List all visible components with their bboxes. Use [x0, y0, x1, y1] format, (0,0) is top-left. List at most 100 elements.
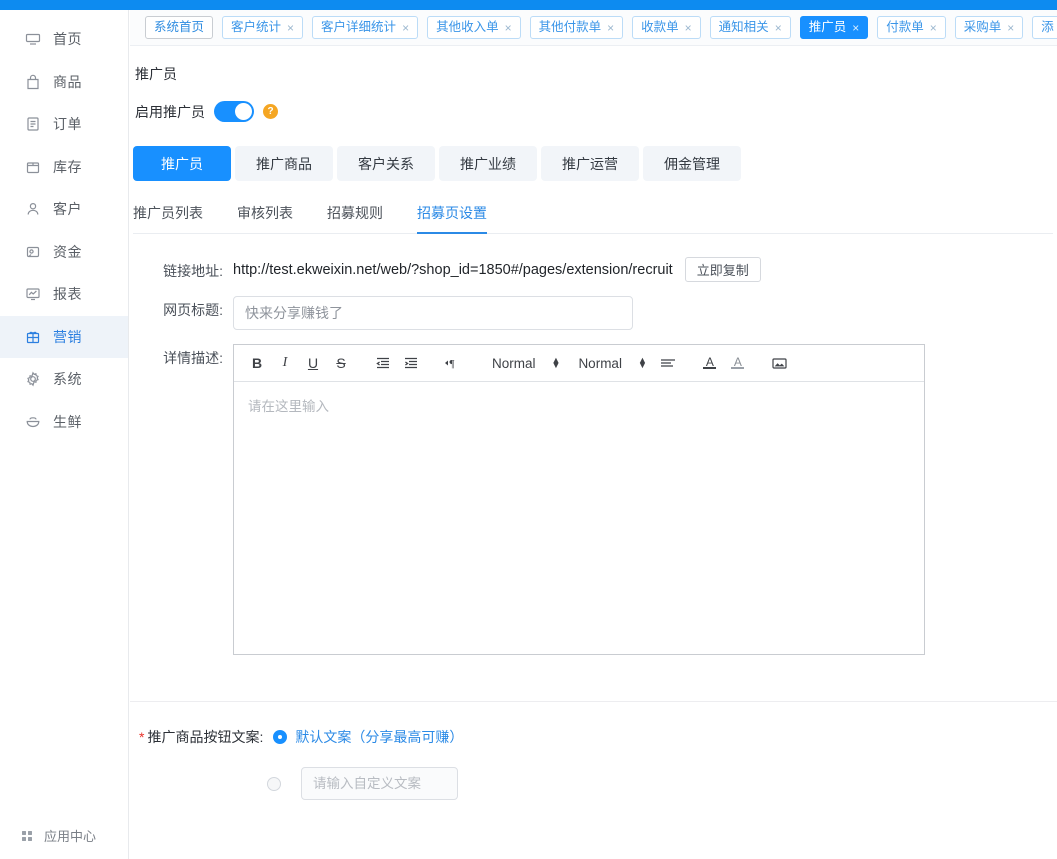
sidebar-item-orders[interactable]: 订单	[0, 103, 128, 146]
sidebar-item-fresh[interactable]: 生鲜	[0, 401, 128, 444]
close-icon[interactable]: ×	[505, 22, 512, 34]
heading-select[interactable]: Normal ▲▼	[568, 350, 650, 376]
window-tab-notifications[interactable]: 通知相关 ×	[710, 16, 791, 39]
segment-promoted-products[interactable]: 推广商品	[235, 146, 333, 181]
sidebar-item-label: 营销	[53, 330, 82, 344]
window-tab-customer-detail-stats[interactable]: 客户详细统计 ×	[312, 16, 418, 39]
image-icon[interactable]	[767, 350, 793, 376]
tab-label: 收款单	[641, 21, 679, 34]
window-tab-promoter[interactable]: 推广员 ×	[800, 16, 869, 39]
tab-label: 通知相关	[719, 21, 769, 34]
main-area: 系统首页 客户统计 × 客户详细统计 × 其他收入单 × 其他付款单 × 收款单…	[130, 10, 1057, 859]
sidebar-item-label: 订单	[53, 117, 82, 131]
app-root: 首页 商品 订单	[0, 0, 1057, 859]
rich-text-editor: B I U S	[233, 344, 925, 655]
align-icon[interactable]	[655, 350, 681, 376]
help-icon[interactable]: ?	[263, 104, 278, 119]
subtab-review-list[interactable]: 审核列表	[237, 203, 293, 234]
window-tab-overflow[interactable]: 添	[1032, 16, 1057, 39]
underline-icon[interactable]: U	[300, 350, 326, 376]
window-tab-other-payment[interactable]: 其他付款单 ×	[530, 16, 624, 39]
italic-icon[interactable]: I	[272, 350, 298, 376]
tab-label: 其他付款单	[539, 21, 602, 34]
link-address-value: http://test.ekweixin.net/web/?shop_id=18…	[233, 257, 673, 282]
gift-icon	[24, 328, 42, 346]
segment-commission-management[interactable]: 佣金管理	[643, 146, 741, 181]
enable-promoter-toggle[interactable]	[214, 101, 254, 122]
outdent-icon[interactable]	[370, 350, 396, 376]
segment-promoter[interactable]: 推广员	[133, 146, 231, 181]
sidebar-item-marketing[interactable]: 营销	[0, 316, 128, 359]
editor-content-area[interactable]: 请在这里输入	[234, 382, 924, 654]
enable-promoter-label: 启用推广员	[135, 102, 205, 122]
window-tab-home[interactable]: 系统首页	[145, 16, 213, 39]
editor-toolbar: B I U S	[234, 345, 924, 382]
sidebar-item-label: 报表	[53, 287, 82, 301]
window-tab-payment[interactable]: 付款单 ×	[877, 16, 946, 39]
sidebar-item-customers[interactable]: 客户	[0, 188, 128, 231]
chevron-updown-icon: ▲▼	[638, 358, 647, 368]
segment-promotion-operations[interactable]: 推广运营	[541, 146, 639, 181]
section-divider	[130, 701, 1057, 702]
subtab-promoter-list[interactable]: 推广员列表	[133, 203, 203, 234]
radio-custom-text[interactable]	[267, 777, 281, 791]
copy-link-button[interactable]: 立即复制	[685, 257, 761, 282]
sidebar-app-center[interactable]: 应用中心	[0, 826, 129, 845]
segment-label: 推广商品	[256, 154, 312, 174]
promo-default-option-row: * 推广商品按钮文案: 默认文案（分享最高可赚）	[139, 727, 1057, 747]
window-tab-receipt[interactable]: 收款单 ×	[632, 16, 701, 39]
segment-promotion-performance[interactable]: 推广业绩	[439, 146, 537, 181]
strikethrough-icon[interactable]: S	[328, 350, 354, 376]
sidebar-item-inventory[interactable]: 库存	[0, 146, 128, 189]
font-size-select[interactable]: Normal ▲▼	[482, 350, 564, 376]
tab-label: 系统首页	[154, 21, 204, 34]
sidebar-item-funds[interactable]: 资金	[0, 231, 128, 274]
font-color-icon[interactable]: A	[697, 350, 723, 376]
custom-text-input[interactable]	[301, 767, 458, 800]
close-icon[interactable]: ×	[930, 22, 937, 34]
window-tab-other-income[interactable]: 其他收入单 ×	[427, 16, 521, 39]
close-icon[interactable]: ×	[1007, 22, 1014, 34]
subtab-recruitment-page-settings[interactable]: 招募页设置	[417, 203, 487, 234]
bag-icon	[24, 73, 42, 91]
subtab-recruitment-rules[interactable]: 招募规则	[327, 203, 383, 234]
chevron-updown-icon: ▲▼	[552, 358, 561, 368]
text-direction-icon[interactable]: ¶	[440, 350, 466, 376]
sidebar-items: 首页 商品 订单	[0, 10, 128, 443]
sidebar-item-label: 资金	[53, 245, 82, 259]
grid-icon	[18, 827, 36, 845]
window-tab-strip[interactable]: 系统首页 客户统计 × 客户详细统计 × 其他收入单 × 其他付款单 × 收款单…	[130, 10, 1057, 46]
background-color-icon[interactable]: A	[725, 350, 751, 376]
close-icon[interactable]: ×	[852, 22, 859, 34]
segment-label: 推广运营	[562, 154, 618, 174]
page-title-input[interactable]	[233, 296, 633, 330]
radio-default-text[interactable]	[273, 730, 287, 744]
subtab-label: 招募规则	[327, 205, 383, 221]
user-icon	[24, 200, 42, 218]
segment-customer-relations[interactable]: 客户关系	[337, 146, 435, 181]
window-tab-purchase[interactable]: 采购单 ×	[955, 16, 1024, 39]
sidebar-item-home[interactable]: 首页	[0, 18, 128, 61]
indent-icon[interactable]	[398, 350, 424, 376]
tab-label: 推广员	[809, 21, 847, 34]
bold-icon[interactable]: B	[244, 350, 270, 376]
close-icon[interactable]: ×	[402, 22, 409, 34]
close-icon[interactable]: ×	[775, 22, 782, 34]
window-tab-customer-stats[interactable]: 客户统计 ×	[222, 16, 303, 39]
segment-label: 推广员	[161, 154, 203, 174]
link-address-row: 链接地址: http://test.ekweixin.net/web/?shop…	[130, 257, 1057, 282]
close-icon[interactable]: ×	[287, 22, 294, 34]
tab-label: 其他收入单	[436, 21, 499, 34]
sidebar-item-reports[interactable]: 报表	[0, 273, 128, 316]
box-icon	[24, 158, 42, 176]
description-row: 详情描述: B I U S	[130, 344, 1057, 655]
page-title-body	[233, 296, 633, 330]
sub-tab-bar: 推广员列表 审核列表 招募规则 招募页设置	[133, 203, 1053, 234]
close-icon[interactable]: ×	[607, 22, 614, 34]
sidebar-item-products[interactable]: 商品	[0, 61, 128, 104]
order-doc-icon	[24, 115, 42, 133]
sidebar-item-system[interactable]: 系统	[0, 358, 128, 401]
segment-label: 佣金管理	[664, 154, 720, 174]
close-icon[interactable]: ×	[685, 22, 692, 34]
enable-promoter-row: 启用推广员 ?	[135, 101, 1057, 122]
